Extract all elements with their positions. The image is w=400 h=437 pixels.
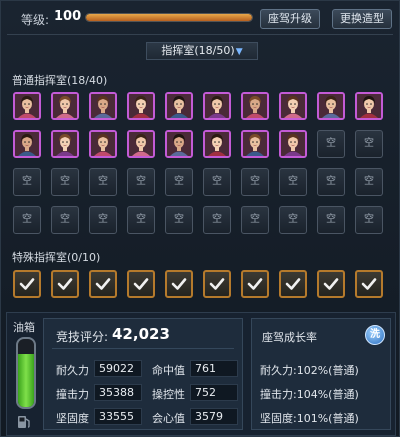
chevron-down-icon: ▼ bbox=[235, 47, 243, 57]
special-slot-check-icon[interactable] bbox=[165, 270, 193, 298]
empty-slot[interactable]: 空 bbox=[165, 168, 193, 196]
change-style-button[interactable]: 更换造型 bbox=[332, 9, 392, 29]
empty-slot[interactable]: 空 bbox=[317, 168, 345, 196]
crew-portrait-slot[interactable] bbox=[279, 130, 307, 158]
growth-sturdiness: 坚固度:101%(普通) bbox=[260, 412, 359, 425]
combat-stats-panel: 竞技评分: 42,023 耐久力 59022 命中值 761 撞击力 35388… bbox=[43, 318, 243, 430]
crew-portrait-slot[interactable] bbox=[51, 130, 79, 158]
stat-value-durability: 59022 bbox=[94, 360, 142, 377]
special-slot-check-icon[interactable] bbox=[279, 270, 307, 298]
normal-room-title: 普通指挥室(18/40) bbox=[12, 74, 108, 87]
empty-slot[interactable]: 空 bbox=[127, 206, 155, 234]
stat-value-sturdiness: 33555 bbox=[94, 408, 142, 425]
empty-slot[interactable]: 空 bbox=[13, 168, 41, 196]
empty-slot[interactable]: 空 bbox=[13, 206, 41, 234]
vehicle-panel: 等级: 100 座驾升级 更换造型 指挥室(18/50)▼ 普通指挥室(18/4… bbox=[0, 0, 400, 437]
level-progress-bar bbox=[85, 13, 253, 22]
crew-portrait-slot[interactable] bbox=[165, 130, 193, 158]
special-slot-check-icon[interactable] bbox=[241, 270, 269, 298]
growth-durability: 耐久力:102%(普通) bbox=[260, 364, 359, 377]
empty-slot[interactable]: 空 bbox=[279, 206, 307, 234]
empty-slot[interactable]: 空 bbox=[317, 130, 345, 158]
empty-slot[interactable]: 空 bbox=[241, 168, 269, 196]
level-progress-fill bbox=[86, 14, 252, 21]
special-slot-check-icon[interactable] bbox=[355, 270, 383, 298]
empty-slot[interactable]: 空 bbox=[355, 168, 383, 196]
crew-portrait-slot[interactable] bbox=[241, 130, 269, 158]
fuel-pump-icon bbox=[18, 416, 30, 428]
reroll-growth-button[interactable]: 洗 bbox=[365, 325, 385, 345]
stats-divider bbox=[52, 348, 234, 349]
crew-portrait-slot[interactable] bbox=[203, 92, 231, 120]
stat-label-handling: 操控性 bbox=[152, 388, 185, 401]
empty-slot[interactable]: 空 bbox=[51, 168, 79, 196]
crew-portrait-slot[interactable] bbox=[355, 92, 383, 120]
growth-impact: 撞击力:104%(普通) bbox=[260, 388, 359, 401]
stats-section: 油箱 竞技评分: 42,023 耐久力 59022 命中值 761 撞击力 35… bbox=[6, 312, 396, 436]
special-slot-check-icon[interactable] bbox=[89, 270, 117, 298]
special-slot-check-icon[interactable] bbox=[13, 270, 41, 298]
crew-portrait-slot[interactable] bbox=[317, 92, 345, 120]
crew-portrait-slot[interactable] bbox=[13, 92, 41, 120]
empty-slot[interactable]: 空 bbox=[127, 168, 155, 196]
fuel-gauge bbox=[16, 337, 36, 409]
crew-portrait-slot[interactable] bbox=[51, 92, 79, 120]
empty-slot[interactable]: 空 bbox=[203, 168, 231, 196]
special-room-title: 特殊指挥室(0/10) bbox=[12, 251, 101, 264]
level-label: 等级: bbox=[21, 13, 50, 27]
special-slot-check-icon[interactable] bbox=[203, 270, 231, 298]
special-slot-check-icon[interactable] bbox=[127, 270, 155, 298]
stat-value-accuracy: 761 bbox=[190, 360, 238, 377]
empty-slot[interactable]: 空 bbox=[203, 206, 231, 234]
empty-slot[interactable]: 空 bbox=[89, 206, 117, 234]
stat-value-handling: 752 bbox=[190, 384, 238, 401]
crew-portrait-slot[interactable] bbox=[241, 92, 269, 120]
growth-rate-title: 座驾成长率 bbox=[262, 331, 317, 344]
score-label: 竞技评分: bbox=[56, 330, 109, 344]
stat-label-sturdiness: 坚固度 bbox=[56, 412, 89, 425]
level-value: 100 bbox=[54, 9, 82, 24]
command-room-dropdown[interactable]: 指挥室(18/50)▼ bbox=[146, 42, 258, 60]
stat-label-durability: 耐久力 bbox=[56, 364, 89, 377]
crew-portrait-slot[interactable] bbox=[89, 92, 117, 120]
crew-portrait-slot[interactable] bbox=[279, 92, 307, 120]
stat-label-critical: 会心值 bbox=[152, 412, 185, 425]
crew-portrait-slot[interactable] bbox=[89, 130, 117, 158]
crew-portrait-slot[interactable] bbox=[127, 92, 155, 120]
crew-portrait-slot[interactable] bbox=[13, 130, 41, 158]
stat-label-accuracy: 命中值 bbox=[152, 364, 185, 377]
special-slot-check-icon[interactable] bbox=[51, 270, 79, 298]
empty-slot[interactable]: 空 bbox=[165, 206, 193, 234]
crew-portrait-slot[interactable] bbox=[203, 130, 231, 158]
stat-label-impact: 撞击力 bbox=[56, 388, 89, 401]
crew-portrait-slot[interactable] bbox=[165, 92, 193, 120]
empty-slot[interactable]: 空 bbox=[355, 206, 383, 234]
empty-slot[interactable]: 空 bbox=[241, 206, 269, 234]
stat-value-critical: 3579 bbox=[190, 408, 238, 425]
special-slot-check-icon[interactable] bbox=[317, 270, 345, 298]
empty-slot[interactable]: 空 bbox=[279, 168, 307, 196]
empty-slot[interactable]: 空 bbox=[51, 206, 79, 234]
upgrade-vehicle-button[interactable]: 座驾升级 bbox=[260, 9, 320, 29]
empty-slot[interactable]: 空 bbox=[89, 168, 117, 196]
command-room-label: 指挥室(18/50) bbox=[161, 44, 235, 57]
score-value: 42,023 bbox=[112, 325, 170, 343]
empty-slot[interactable]: 空 bbox=[317, 206, 345, 234]
fuel-gauge-fill bbox=[18, 353, 34, 407]
empty-slot[interactable]: 空 bbox=[355, 130, 383, 158]
growth-rate-panel: 座驾成长率 洗 耐久力:102%(普通) 撞击力:104%(普通) 坚固度:10… bbox=[251, 318, 391, 430]
header-divider bbox=[7, 34, 393, 35]
fuel-label: 油箱 bbox=[13, 321, 35, 334]
stat-value-impact: 35388 bbox=[94, 384, 142, 401]
crew-portrait-slot[interactable] bbox=[127, 130, 155, 158]
